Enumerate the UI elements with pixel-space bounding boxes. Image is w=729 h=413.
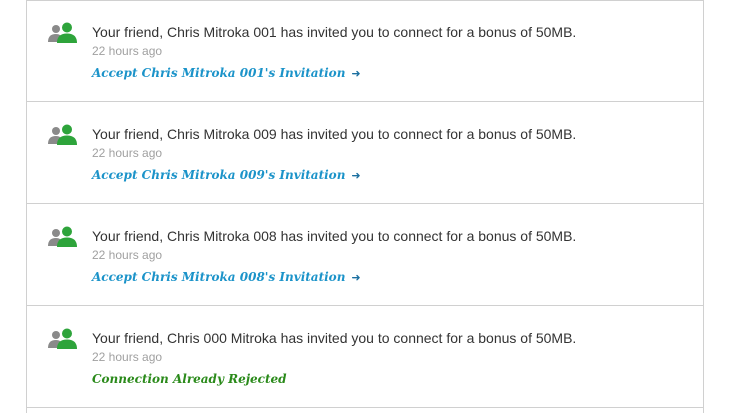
timestamp: 22 hours ago: [92, 44, 163, 58]
feed-item: Your friend, Chris Mitroka 008 has invit…: [27, 204, 703, 306]
invitation-message: Your friend, Chris Mitroka 001 has invit…: [92, 24, 577, 40]
timestamp: 22 hours ago: [92, 248, 163, 262]
invitation-message: Your friend, Chris Mitroka 008 has invit…: [92, 228, 577, 244]
invitation-message: Your friend, Chris 000 Mitroka has invit…: [92, 330, 577, 346]
users-icon: [48, 124, 77, 145]
users-icon: [48, 328, 77, 349]
arrow-right-icon: ➜: [351, 67, 361, 80]
arrow-right-icon: ➜: [351, 271, 361, 284]
timestamp: 22 hours ago: [92, 146, 163, 160]
feed-item: Your friend, Chris 000 Mitroka has invit…: [27, 306, 703, 408]
arrow-right-icon: ➜: [351, 169, 361, 182]
feed-item: Your friend, Chris Mitroka 001 has invit…: [27, 0, 703, 102]
accept-invitation-link[interactable]: Accept Chris Mitroka 009's Invitation ➜: [92, 168, 361, 182]
rejected-status: Connection Already Rejected: [92, 372, 287, 386]
users-icon: [48, 226, 77, 247]
timestamp: 22 hours ago: [92, 350, 163, 364]
accept-invitation-link[interactable]: Accept Chris Mitroka 008's Invitation ➜: [92, 270, 361, 284]
accept-invitation-link[interactable]: Accept Chris Mitroka 001's Invitation ➜: [92, 66, 361, 80]
accept-invitation-label: Accept Chris Mitroka 001's Invitation: [92, 66, 346, 80]
accept-invitation-label: Accept Chris Mitroka 009's Invitation: [92, 168, 346, 182]
accept-invitation-label: Accept Chris Mitroka 008's Invitation: [92, 270, 346, 284]
invitation-feed: Your friend, Chris Mitroka 001 has invit…: [26, 0, 704, 413]
invitation-message: Your friend, Chris Mitroka 009 has invit…: [92, 126, 577, 142]
users-icon: [48, 22, 77, 43]
feed-item: Your friend, Chris Mitroka 009 has invit…: [27, 102, 703, 204]
